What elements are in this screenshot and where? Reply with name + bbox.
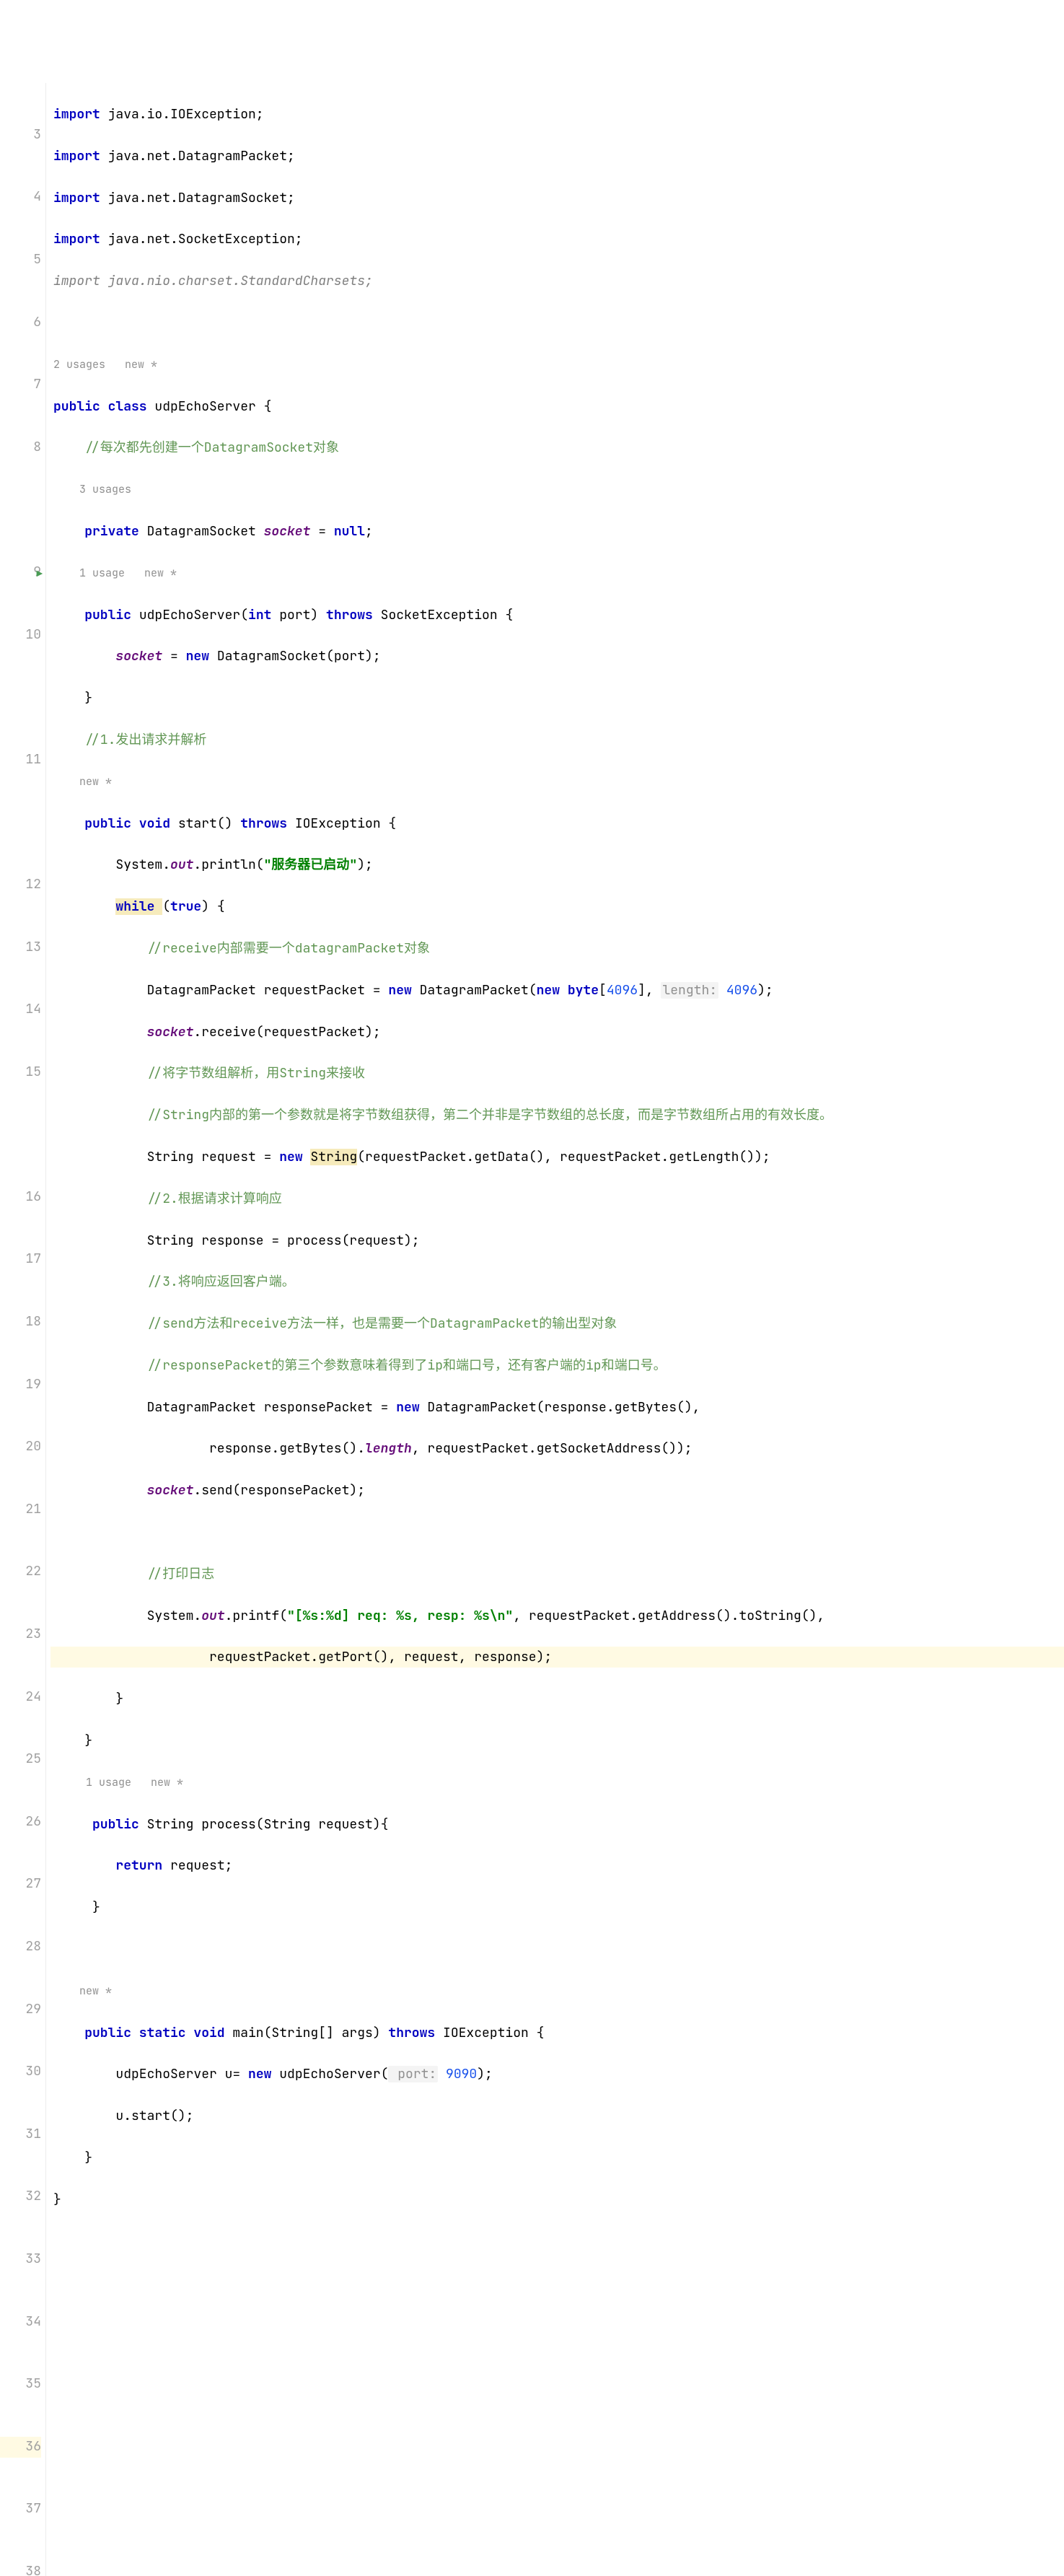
line-number: 36 <box>19 2437 41 2458</box>
code-line[interactable]: udpEchoServer u= new udpEchoServer( port… <box>50 2064 1064 2085</box>
line-number: 15 <box>19 1062 41 1083</box>
line-number: 35 <box>19 2374 41 2395</box>
code-line[interactable]: } <box>50 688 1064 709</box>
usage-hint[interactable]: 1 usage new * <box>50 563 1064 584</box>
code-line[interactable] <box>50 2231 1064 2252</box>
code-line[interactable]: socket.send(responsePacket); <box>50 1480 1064 1501</box>
line-number: 19 <box>19 1375 41 1396</box>
code-line[interactable]: } <box>50 1730 1064 1751</box>
code-line[interactable]: //send方法和receive方法一样，也是需要一个DatagramPacke… <box>50 1313 1064 1334</box>
line-number: 20 <box>19 1437 41 1458</box>
code-line[interactable]: u.start(); <box>50 2106 1064 2126</box>
code-line[interactable]: import java.net.DatagramPacket; <box>50 146 1064 167</box>
code-line[interactable]: String response = process(request); <box>50 1230 1064 1251</box>
code-line[interactable]: import java.io.IOException; <box>50 104 1064 125</box>
code-line[interactable]: //responsePacket的第三个参数意味着得到了ip和端口号，还有客户端… <box>50 1355 1064 1376</box>
code-line[interactable]: String request = new String(requestPacke… <box>50 1147 1064 1167</box>
code-area[interactable]: import java.io.IOException; import java.… <box>46 83 1064 2576</box>
line-number: 37 <box>19 2499 41 2520</box>
code-line[interactable]: System.out.println("服务器已启动"); <box>50 854 1064 875</box>
line-number: 24 <box>19 1687 41 1708</box>
usage-hint[interactable]: new * <box>50 1981 1064 2002</box>
code-line-highlighted[interactable]: requestPacket.getPort(), request, respon… <box>50 1647 1064 1668</box>
code-line[interactable]: socket.receive(requestPacket); <box>50 1022 1064 1043</box>
run-gutter-icon[interactable]: ▶ <box>37 566 43 582</box>
line-number: 16 <box>19 1187 41 1208</box>
line-number: 34 <box>19 2312 41 2333</box>
line-number: 33 <box>19 2249 41 2270</box>
code-line[interactable]: import java.nio.charset.StandardCharsets… <box>50 271 1064 292</box>
line-number: 17 <box>19 1249 41 1270</box>
line-number: 11 <box>19 750 41 771</box>
code-line[interactable]: } <box>50 2147 1064 2168</box>
code-line[interactable] <box>50 312 1064 333</box>
parameter-hint: port: <box>388 2066 438 2082</box>
usage-hint[interactable]: 1 usage new * <box>50 1772 1064 1793</box>
line-number: 21 <box>19 1499 41 1520</box>
code-line[interactable]: //String内部的第一个参数就是将字节数组获得，第二个并非是字节数组的总长度… <box>50 1105 1064 1126</box>
line-number: 27 <box>19 1874 41 1895</box>
line-number: 31 <box>19 2124 41 2145</box>
line-number: 28 <box>19 1937 41 1958</box>
code-line[interactable]: public String process(String request){ <box>50 1814 1064 1835</box>
code-line[interactable]: //3.将响应返回客户端。 <box>50 1271 1064 1292</box>
code-line[interactable]: import java.net.DatagramSocket; <box>50 188 1064 209</box>
code-line[interactable]: return request; <box>50 1855 1064 1876</box>
code-line[interactable]: //将字节数组解析，用String来接收 <box>50 1063 1064 1084</box>
code-line[interactable]: //每次都先创建一个DatagramSocket对象 <box>50 437 1064 458</box>
code-editor: 3 4 5 6 7 8 9▶ 10 11 12 13 14 15 16 17 1… <box>0 83 1064 2576</box>
line-number: 14 <box>19 999 41 1020</box>
code-line[interactable]: //1.发出请求并解析 <box>50 730 1064 750</box>
code-line[interactable]: //2.根据请求计算响应 <box>50 1188 1064 1209</box>
code-line[interactable]: DatagramPacket responsePacket = new Data… <box>50 1397 1064 1418</box>
line-number: 38 <box>19 2562 41 2576</box>
line-number: 13 <box>19 937 41 958</box>
code-line[interactable]: public static void main(String[] args) t… <box>50 2023 1064 2043</box>
code-line[interactable]: public class udpEchoServer { <box>50 396 1064 417</box>
line-number: 30 <box>19 2062 41 2082</box>
line-number: 25 <box>19 1749 41 1770</box>
code-line[interactable]: public void start() throws IOException { <box>50 813 1064 834</box>
code-line[interactable]: //receive内部需要一个datagramPacket对象 <box>50 938 1064 959</box>
parameter-hint: length: <box>661 982 718 999</box>
line-number: 8 <box>19 437 41 458</box>
line-number: 5 <box>19 250 41 271</box>
line-number: 22 <box>19 1561 41 1582</box>
code-line[interactable]: import java.net.SocketException; <box>50 229 1064 250</box>
line-number: 12 <box>19 875 41 895</box>
line-number: 4 <box>19 187 41 208</box>
code-line[interactable] <box>50 1522 1064 1543</box>
line-number: 29 <box>19 1999 41 2020</box>
code-line[interactable]: } <box>50 2189 1064 2210</box>
code-line[interactable]: while (true) { <box>50 896 1064 917</box>
usage-hint[interactable]: new * <box>50 771 1064 792</box>
code-line[interactable]: socket = new DatagramSocket(port); <box>50 646 1064 667</box>
line-number: 32 <box>19 2186 41 2207</box>
line-number: 18 <box>19 1312 41 1333</box>
line-gutter: 3 4 5 6 7 8 9▶ 10 11 12 13 14 15 16 17 1… <box>0 83 46 2576</box>
code-line[interactable]: } <box>50 1897 1064 1918</box>
line-number: 26 <box>19 1812 41 1833</box>
line-number: 3 <box>19 125 41 146</box>
usage-hint[interactable]: 3 usages <box>50 479 1064 500</box>
code-line[interactable]: public udpEchoServer(int port) throws So… <box>50 605 1064 626</box>
line-number: 23 <box>19 1624 41 1645</box>
code-line[interactable] <box>50 1939 1064 1960</box>
code-line[interactable]: private DatagramSocket socket = null; <box>50 521 1064 542</box>
code-line[interactable]: DatagramPacket requestPacket = new Datag… <box>50 980 1064 1001</box>
code-line[interactable]: response.getBytes().length, requestPacke… <box>50 1438 1064 1459</box>
line-number: 6 <box>19 312 41 333</box>
code-line[interactable]: //打印日志 <box>50 1564 1064 1585</box>
usage-hint[interactable]: 2 usages new * <box>50 354 1064 375</box>
code-line[interactable]: } <box>50 1688 1064 1709</box>
line-number: 10 <box>19 625 41 646</box>
code-line[interactable]: System.out.printf("[%s:%d] req: %s, resp… <box>50 1605 1064 1626</box>
line-number: 7 <box>19 374 41 395</box>
